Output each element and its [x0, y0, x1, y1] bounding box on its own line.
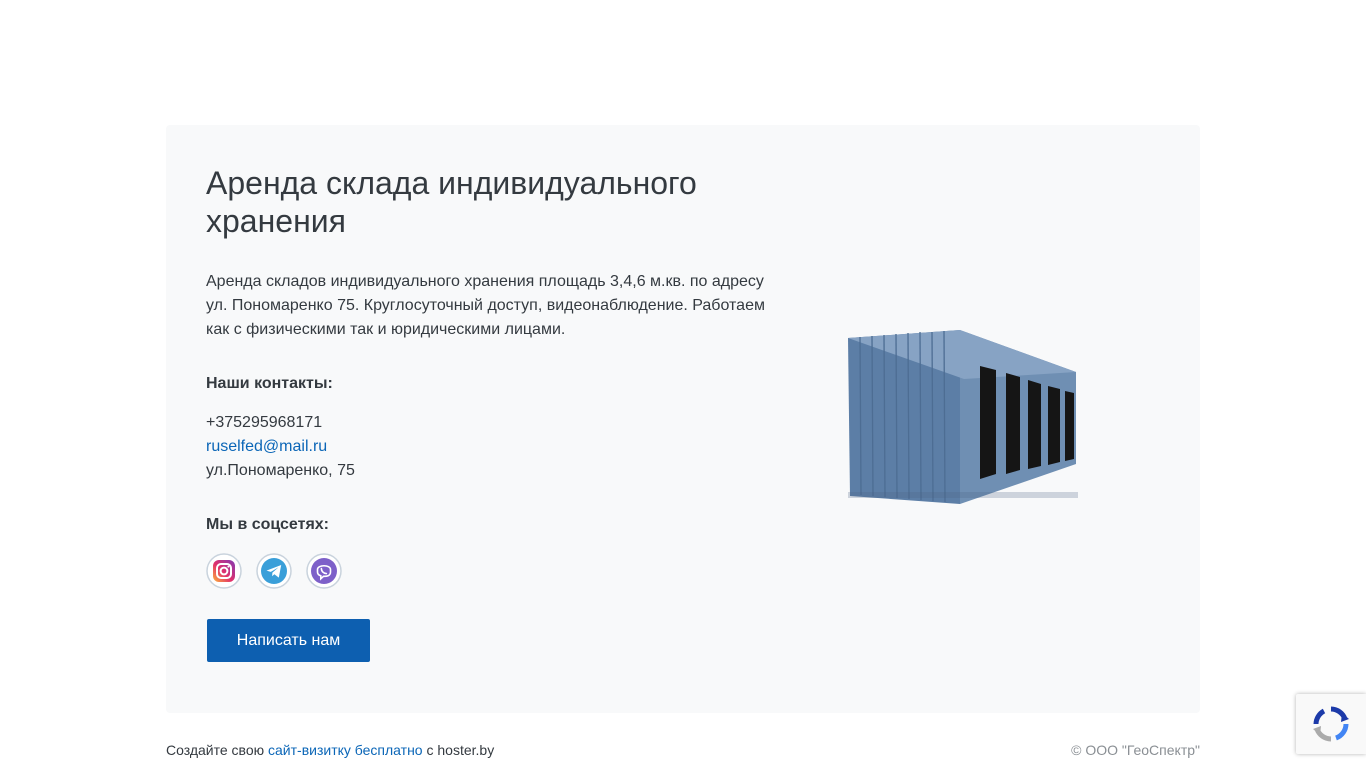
contacts-heading: Наши контакты: [206, 375, 333, 392]
social-links [206, 553, 342, 589]
viber-icon[interactable] [306, 553, 342, 589]
storage-container-image [840, 322, 1090, 512]
page-title: Аренда склада индивидуального хранения [206, 165, 697, 239]
footer-promo: Создайте свою сайт-визитку бесплатно с h… [166, 742, 494, 758]
write-us-button[interactable]: Написать нам [207, 619, 370, 662]
email-link[interactable]: ruselfed@mail.ru [206, 435, 327, 459]
footer-suffix: с hoster.by [426, 742, 495, 758]
phone-link[interactable]: +375295968171 [206, 411, 322, 435]
telegram-icon[interactable] [256, 553, 292, 589]
recaptcha-badge[interactable] [1296, 694, 1366, 754]
description-text: Аренда складов индивидуального хранения … [206, 273, 765, 338]
footer-free-site-link[interactable]: сайт-визитку бесплатно [268, 742, 423, 758]
recaptcha-icon [1313, 706, 1349, 742]
instagram-icon[interactable] [206, 553, 242, 589]
social-heading: Мы в соцсетях: [206, 516, 329, 533]
footer-prefix: Создайте свою [166, 742, 265, 758]
footer-copyright: © ООО "ГеоСпектр" [1071, 742, 1200, 758]
address-text: ул.Пономаренко, 75 [206, 462, 355, 479]
